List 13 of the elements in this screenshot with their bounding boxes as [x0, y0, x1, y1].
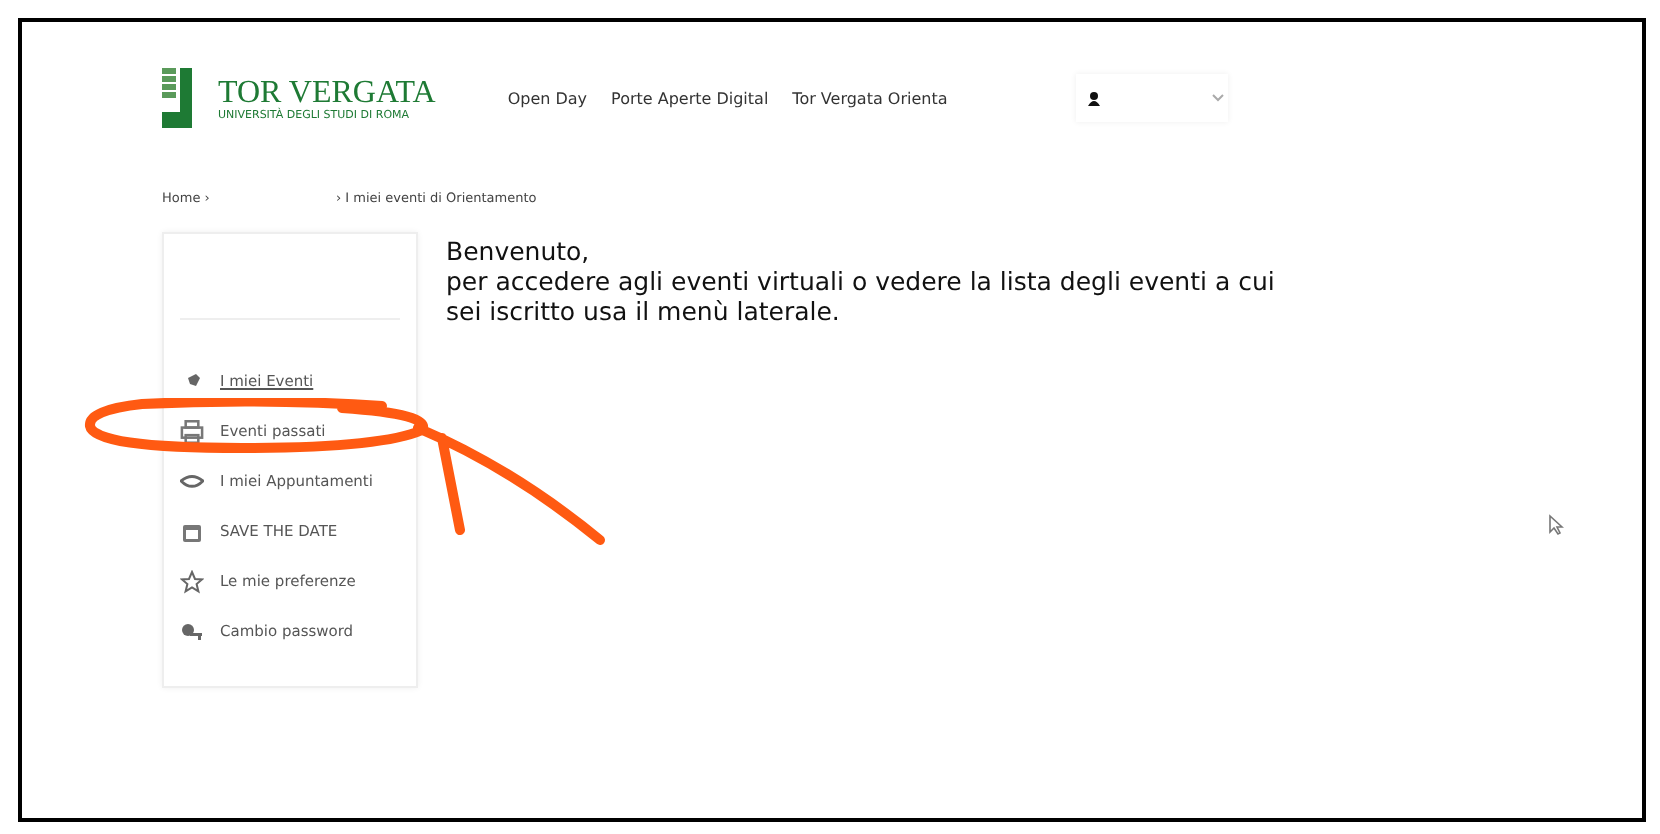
- user-icon: [1087, 91, 1100, 105]
- cursor-icon: [1548, 514, 1564, 536]
- chevron-icon: [1211, 94, 1224, 102]
- welcome-title: Benvenuto,: [446, 236, 592, 266]
- welcome-text: per accedere agli eventi virtuali o vedere la lista degli eventi a cui sei iscritto usa il menù laterale.: [446, 266, 1277, 326]
- calendar-icon: [180, 519, 204, 543]
- nav-link[interactable]: Tor Vergata Orienta: [792, 89, 948, 107]
- printer-icon: [180, 419, 204, 443]
- key-icon: [180, 619, 204, 643]
- logo-title: TOR VERGATA: [218, 75, 436, 109]
- star-icon: [180, 569, 204, 593]
- nav-link[interactable]: Open Day: [507, 89, 588, 107]
- nav-link[interactable]: Porte Aperte Digital: [611, 89, 769, 107]
